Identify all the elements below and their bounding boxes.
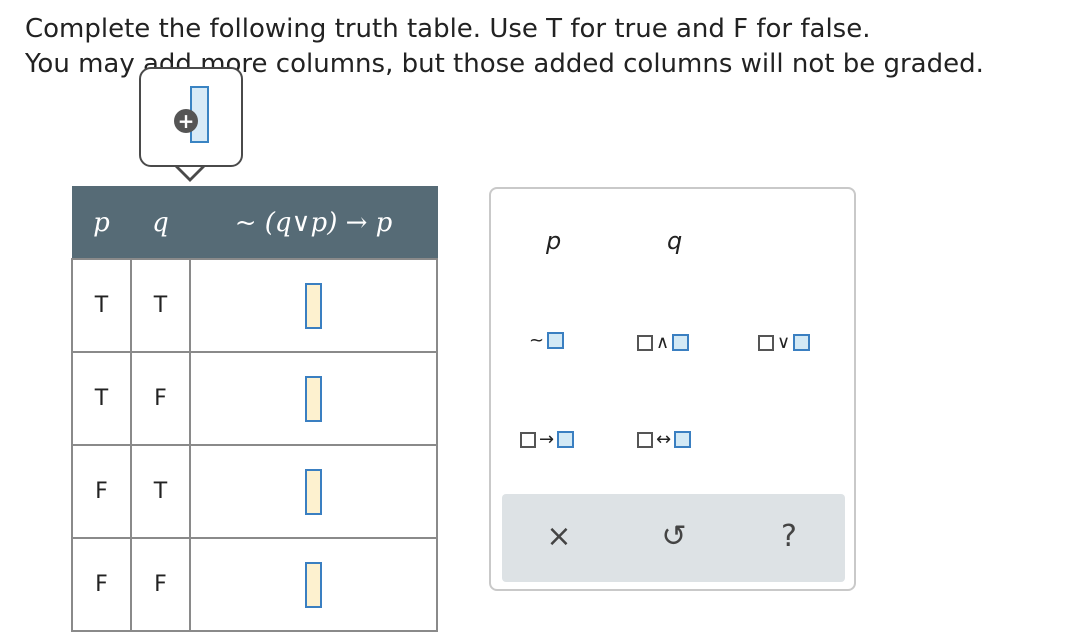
- instructions-line-1: Complete the following truth table. Use …: [25, 14, 871, 44]
- header-expression: ~ (q∨p) → p: [189, 186, 438, 260]
- operand-box: [793, 334, 811, 351]
- cell-p: F: [71, 444, 132, 539]
- truth-table: p q ~ (q∨p) → p T T T F F T F F: [71, 186, 438, 632]
- answer-cell[interactable]: [189, 351, 438, 446]
- header-p: p: [71, 186, 132, 260]
- operand-box: [758, 334, 774, 351]
- add-column-popover[interactable]: +: [139, 67, 243, 167]
- undo-icon[interactable]: ↺: [654, 522, 694, 552]
- operand-box: [557, 431, 575, 448]
- cell-p: F: [71, 537, 132, 632]
- not-button[interactable]: ~: [529, 330, 565, 351]
- palette-footer: × ↺ ?: [502, 494, 845, 582]
- table-row: T T: [71, 258, 438, 353]
- cell-q: F: [130, 537, 191, 632]
- answer-input[interactable]: [305, 375, 322, 422]
- operand-box: [674, 431, 692, 448]
- header-q: q: [130, 186, 191, 260]
- operand-box: [637, 334, 653, 351]
- iff-button[interactable]: ↔: [637, 429, 692, 450]
- iff-symbol: ↔: [656, 429, 672, 450]
- answer-input[interactable]: [305, 282, 322, 329]
- answer-cell[interactable]: [189, 258, 438, 353]
- palette-variable-q[interactable]: q: [667, 227, 682, 255]
- cell-q: T: [130, 258, 191, 353]
- help-icon[interactable]: ?: [769, 522, 809, 552]
- or-symbol: ∨: [777, 332, 791, 353]
- table-row: T F: [71, 351, 438, 446]
- plus-circle-icon[interactable]: +: [174, 109, 198, 133]
- answer-input[interactable]: [305, 561, 322, 608]
- cell-p: T: [71, 351, 132, 446]
- operand-box: [672, 334, 690, 351]
- symbol-palette: p q ~ ∧ ∨ → ↔ × ↺ ?: [489, 187, 856, 591]
- implies-symbol: →: [539, 429, 555, 450]
- cell-p: T: [71, 258, 132, 353]
- operand-box: [520, 431, 536, 448]
- operand-box: [637, 431, 653, 448]
- answer-cell[interactable]: [189, 537, 438, 632]
- operand-box: [547, 332, 565, 349]
- not-symbol: ~: [529, 330, 545, 351]
- cell-q: F: [130, 351, 191, 446]
- and-symbol: ∧: [656, 332, 670, 353]
- and-button[interactable]: ∧: [637, 332, 690, 353]
- answer-input[interactable]: [305, 468, 322, 515]
- answer-cell[interactable]: [189, 444, 438, 539]
- implies-button[interactable]: →: [520, 429, 575, 450]
- cell-q: T: [130, 444, 191, 539]
- palette-variable-p[interactable]: p: [546, 227, 561, 255]
- table-row: F T: [71, 444, 438, 539]
- clear-icon[interactable]: ×: [539, 522, 579, 552]
- or-button[interactable]: ∨: [758, 332, 811, 353]
- table-row: F F: [71, 537, 438, 632]
- table-header-row: p q ~ (q∨p) → p: [71, 186, 438, 260]
